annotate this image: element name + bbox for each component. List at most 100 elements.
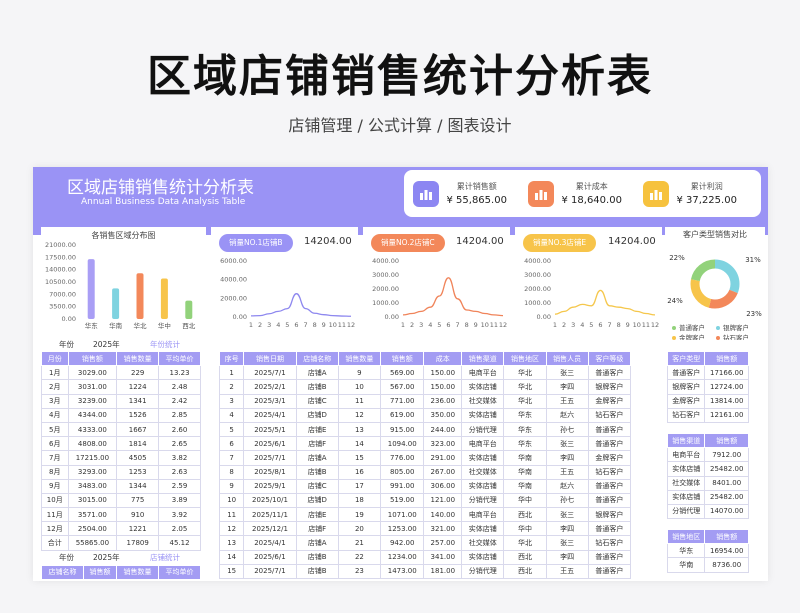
table-row: 社交媒体 8401.00: [666, 475, 749, 491]
table-cell: 钻石客户: [587, 535, 632, 551]
x-tick-label: 5: [437, 321, 441, 329]
page-subtitle: 店铺管理 / 公式计算 / 图表设计: [288, 116, 512, 135]
table-cell: 2025/4/1: [243, 407, 297, 423]
table-row: 4 2025/4/1 店铺D 12 619.00 350.00 实体店铺 华东 赵六 钻石客户: [218, 407, 632, 423]
table-cell: 12月: [41, 521, 69, 537]
column-header: 客户等级: [587, 350, 632, 367]
table-cell: 4808.00: [67, 436, 118, 452]
table-cell: 6月: [41, 436, 69, 452]
bar-华东: [87, 259, 95, 319]
x-tick-label: 3: [419, 321, 423, 329]
table-row: 8月 3293.00 1253 2.63: [41, 464, 201, 480]
table-cell: 12: [218, 521, 245, 537]
y-tick-label: 3000.00: [372, 271, 399, 279]
table-cell: 4505: [116, 450, 160, 466]
region-bar-chart: 21000.00 17500.00 14000.00 10500.00 7000.00 3…: [45, 241, 196, 330]
column-header: 销售额: [704, 350, 749, 367]
x-tick-label: 9: [626, 321, 630, 329]
y-tick-label: 10500.00: [45, 278, 76, 286]
x-tick-label: 6: [598, 321, 602, 329]
detail-table-panel: 序号 销售日期 店铺名称 销售数量 销售额 成本 销售渠道 销售地区 销售人员 客户等级 1 2025…: [218, 350, 659, 581]
banner-subtitle: Annual Business Data Analysis Table: [81, 197, 246, 207]
table-cell: 银牌客户: [587, 507, 632, 523]
table-cell: 2025/8/1: [243, 464, 297, 480]
x-tick-label: 华东: [85, 321, 99, 330]
column-header: 序号: [218, 350, 245, 367]
table-cell: 孙七: [545, 492, 589, 509]
table-cell: 店铺C: [295, 393, 339, 409]
y-tick-label: 0.00: [233, 313, 247, 321]
y-tick-label: 2000.00: [524, 285, 551, 293]
table-cell: 2025/2/1: [243, 379, 297, 395]
table-cell: 2025/6/1: [243, 549, 297, 565]
table-cell: 1071.00: [380, 507, 425, 523]
table-cell: 分销代理: [666, 503, 706, 520]
table-row: 2 2025/2/1 店铺B 10 567.00 150.00 实体店铺 华北 李四 银牌客户: [218, 379, 632, 395]
column-header: 销售额: [704, 529, 749, 545]
customer-type-table: 客户类型 销售额 普通客户 17166.00 银牌客户 12724.00 金牌客户 13814…: [666, 350, 749, 423]
slice-label: 31%: [745, 256, 761, 264]
column-header: 销售额: [704, 432, 749, 449]
store-1-line-chart: 6000.004000.002000.000.001 2 3 4 5 6 7 8 9 10 11 12: [220, 257, 355, 329]
table-cell: 9: [337, 365, 382, 381]
table-cell: 22: [337, 549, 382, 565]
table-cell: 8: [218, 464, 245, 480]
column-header: 销售渠道: [666, 432, 706, 449]
y-tick-label: 0.00: [385, 313, 399, 321]
table-cell: 1: [218, 365, 245, 381]
x-tick-label: 9: [322, 321, 326, 329]
table-cell: 实体店铺: [666, 461, 706, 477]
x-tick-label: 5: [589, 321, 593, 329]
table-cell: 普通客户: [587, 563, 632, 580]
table-cell: 华南: [503, 450, 547, 466]
legend-entry: 银牌客户: [723, 323, 749, 332]
table-cell: 分销代理: [461, 421, 505, 438]
table-cell: 实体店铺: [461, 478, 505, 494]
column-header: 销售数量: [337, 350, 382, 367]
table-cell: 2025/10/1: [243, 492, 297, 509]
table-row: 5月 4333.00 1667 2.60: [41, 421, 201, 438]
table-cell: 10月: [41, 492, 69, 509]
table-cell: 银牌客户: [666, 379, 706, 395]
legend-entry: 金牌客户: [679, 333, 705, 340]
table-row: 1月 3029.00 229 13.23: [41, 365, 201, 381]
table-cell: 23: [337, 563, 382, 580]
table-cell: 1473.00: [380, 563, 425, 580]
table-cell: 2025/3/1: [243, 393, 297, 409]
table-cell: 钻石客户: [666, 407, 706, 423]
table-cell: 805.00: [380, 464, 425, 480]
table-cell: 12: [337, 407, 382, 423]
table-row: 4月 4344.00 1526 2.85: [41, 407, 201, 423]
table-cell: 电商平台: [461, 436, 505, 452]
table-cell: 11: [337, 393, 382, 409]
column-header: 销售数量: [116, 350, 160, 367]
table-cell: 实体店铺: [666, 489, 706, 505]
table-cell: 3029.00: [67, 365, 118, 381]
table-cell: 张三: [545, 365, 589, 381]
column-header: 销售人员: [545, 350, 589, 367]
bar-华北: [136, 273, 144, 319]
table-cell: 2025/6/1: [243, 436, 297, 452]
store-3-line-chart: 4000.003000.002000.001000.000.001 2 3 4 5 6 7 8…: [524, 257, 659, 329]
kpi-value: ¥ 18,640.00: [561, 195, 622, 206]
table-cell: 分销代理: [461, 563, 505, 580]
table-cell: 店铺D: [295, 492, 339, 509]
right-tables-panel: 客户类型 销售额 普通客户 17166.00 银牌客户 12724.00 金牌客户 13814…: [665, 350, 765, 581]
table-cell: 华北: [503, 365, 547, 381]
column-header: 平均单价: [158, 564, 201, 580]
table-cell: 社交媒体: [461, 464, 505, 480]
table-row: 8 2025/8/1 店铺B 16 805.00 267.00 社交媒体 华南 王五 钻石客户: [218, 464, 632, 480]
y-tick-label: 1000.00: [524, 299, 551, 307]
table-cell: 13.23: [158, 365, 201, 381]
x-tick-label: 12: [499, 321, 507, 329]
table-cell: 华中: [503, 492, 547, 509]
store-chart-3: 销量NO.3店铺E 14204.00 4000.00 3000.00 2000.00…: [515, 227, 662, 339]
table-row: 11 2025/11/1 店铺E 19 1071.00 140.00 电商平台 西北 张三 银牌客…: [218, 507, 632, 523]
legend-marker: [716, 326, 720, 330]
table-cell: 李四: [545, 379, 589, 395]
x-tick-label: 2: [562, 321, 566, 329]
table-cell: 257.00: [423, 535, 463, 551]
table-cell: 1667: [116, 421, 160, 438]
table-cell: 13: [218, 535, 245, 551]
table-cell: 10: [218, 492, 245, 509]
